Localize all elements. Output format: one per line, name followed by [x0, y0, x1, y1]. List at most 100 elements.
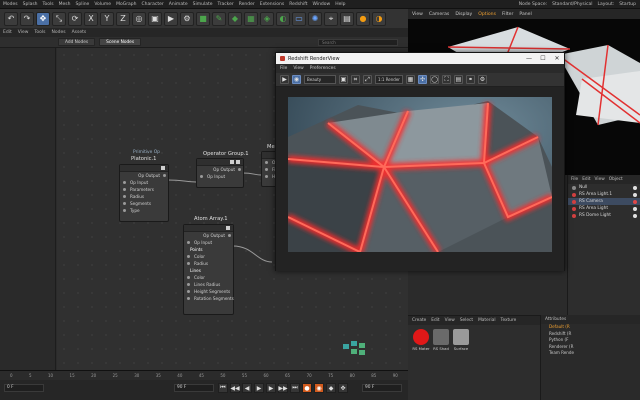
node-menu-tools[interactable]: Tools [34, 30, 45, 35]
atom-array-port-radius[interactable]: Radius [184, 260, 233, 267]
material-menu-texture[interactable]: Texture [501, 318, 517, 323]
platonic-port-radius[interactable]: Radius [120, 193, 168, 200]
focus-icon[interactable]: ◯ [430, 75, 439, 84]
platonic-port-parameters[interactable]: Parameters [120, 186, 168, 193]
move-icon[interactable]: ✥ [36, 11, 50, 26]
render-view-menu-preferences[interactable]: Preferences [310, 66, 336, 71]
material-menu-edit[interactable]: Edit [431, 318, 439, 323]
cube-icon[interactable]: ■ [196, 11, 210, 26]
object-tag-icon[interactable] [633, 192, 637, 197]
node-menu-view[interactable]: View [18, 30, 29, 35]
object-tag-icon[interactable] [633, 213, 637, 218]
prev-key-icon[interactable]: ◀◀ [230, 383, 240, 393]
menu-volume[interactable]: Volume [94, 2, 111, 7]
menu-help[interactable]: Help [335, 2, 345, 7]
close-icon[interactable]: ✕ [550, 53, 564, 64]
timeline-ruler[interactable]: 0 5 10 15 20 25 30 35 40 45 50 55 60 65 70 75 80 85 90 [0, 371, 408, 380]
object-tag-icon[interactable] [633, 199, 637, 204]
atom-array-node[interactable]: Op Output Op Input Points Color Radius L… [183, 224, 234, 315]
keyframe-icon[interactable]: ◆ [326, 383, 336, 393]
material-menu-material[interactable]: Material [478, 318, 495, 323]
material-menu-view[interactable]: View [445, 318, 455, 323]
object-row[interactable]: Null [568, 184, 640, 191]
expand-icon[interactable]: ⛶ [442, 75, 451, 84]
atom-array-port-height-segments[interactable]: Height Segments [184, 288, 233, 295]
object-tag-icon[interactable] [633, 206, 637, 211]
menu-render[interactable]: Render [239, 2, 255, 7]
viewport-menu-options[interactable]: Options [478, 12, 496, 17]
world-icon[interactable]: ◎ [132, 11, 146, 26]
render-view-menu-file[interactable]: File [280, 66, 287, 71]
material-swatch[interactable]: RS Mater [412, 329, 430, 351]
viewport-menu-display[interactable]: Display [455, 12, 472, 17]
attribute-row[interactable]: Team Rende [541, 350, 640, 357]
environment-icon[interactable]: ◐ [276, 11, 290, 26]
record-icon[interactable]: ● [302, 383, 312, 393]
grid-icon[interactable]: ▤ [454, 75, 463, 84]
pen-icon[interactable]: ✎ [212, 11, 226, 26]
z-axis-icon[interactable]: Z [116, 11, 130, 26]
menu-node-space[interactable]: Node Space: [519, 2, 547, 7]
node-search-input[interactable]: Search [318, 39, 398, 46]
platonic-node[interactable]: Op Output Op Input Parameters Radius Seg… [119, 164, 169, 222]
menu-window[interactable]: Window [312, 2, 330, 7]
menu-redshift[interactable]: Redshift [289, 2, 307, 7]
go-end-icon[interactable]: ⏭ [290, 383, 300, 393]
object-row[interactable]: RS Dome Light [568, 212, 640, 219]
operator-group-node[interactable]: Op Output Op Input [196, 158, 244, 188]
atom-array-port-rotation-segments[interactable]: Rotation Segments [184, 295, 234, 302]
autokey-icon[interactable]: ◉ [314, 383, 324, 393]
link-icon[interactable]: ⚭ [466, 75, 475, 84]
tab-add-nodes[interactable]: Add Nodes [58, 38, 96, 46]
node-menu-edit[interactable]: Edit [3, 30, 12, 35]
platonic-port-segments[interactable]: Segments [120, 200, 168, 207]
redshift-icon[interactable]: ● [356, 11, 370, 26]
object-row[interactable]: RS Area Light.1 [568, 191, 640, 198]
object-menu-edit[interactable]: Edit [582, 177, 590, 182]
render-view-menu-view[interactable]: View [293, 66, 303, 71]
y-axis-icon[interactable]: Y [100, 11, 114, 26]
operator-group-port-op-input[interactable]: Op Input [197, 173, 243, 180]
atom-array-group-lines[interactable]: Lines [184, 267, 233, 274]
menu-modes[interactable]: Modes [3, 2, 18, 7]
render-canvas[interactable] [276, 87, 564, 271]
prev-frame-icon[interactable]: ◀ [242, 383, 252, 393]
deformer-icon[interactable]: ◈ [260, 11, 274, 26]
workplane-icon[interactable]: ▤ [340, 11, 354, 26]
motion-icon[interactable]: ✥ [338, 383, 348, 393]
atom-array-port-line-color[interactable]: Color [184, 274, 233, 281]
menu-simulate[interactable]: Simulate [193, 2, 213, 7]
operator-group-output-port[interactable]: Op Output [197, 166, 243, 173]
menu-tools[interactable]: Tools [43, 2, 54, 7]
material-swatch[interactable]: RS Shad [432, 329, 450, 351]
platonic-output-port[interactable]: Op Output [120, 172, 168, 179]
end-frame-field[interactable]: 90 F [174, 384, 214, 392]
aov-select[interactable]: 1:1 Render [375, 75, 403, 84]
atom-array-port-lines-radius[interactable]: Lines Radius [184, 281, 233, 288]
crop-icon[interactable]: ⌗ [351, 75, 360, 84]
settings-icon[interactable]: ⚙ [478, 75, 487, 84]
current-frame-field[interactable]: 90 F [362, 384, 402, 392]
atom-array-output-port[interactable]: Op Output [184, 232, 233, 239]
material-menu-create[interactable]: Create [412, 318, 426, 323]
menu-tracker[interactable]: Tracker [218, 2, 234, 7]
snapshot-icon[interactable]: ▣ [339, 75, 348, 84]
maximize-icon[interactable]: ☐ [536, 53, 550, 64]
menu-character[interactable]: Character [142, 2, 164, 7]
display-icon[interactable]: ◑ [372, 11, 386, 26]
platonic-port-type[interactable]: Type [120, 207, 168, 214]
render-start-icon[interactable]: ▶ [280, 75, 289, 84]
cloner-icon[interactable]: ▦ [244, 11, 258, 26]
material-menu-select[interactable]: Select [460, 318, 473, 323]
atom-array-port-op-input[interactable]: Op Input [184, 239, 233, 246]
object-row[interactable]: RS Area Light [568, 205, 640, 212]
menu-splash[interactable]: Splash [23, 2, 38, 7]
node-minimap[interactable] [339, 338, 369, 358]
menu-extensions[interactable]: Extensions [260, 2, 284, 7]
pick-icon[interactable]: ✣ [418, 75, 427, 84]
menu-mesh[interactable]: Mesh [59, 2, 71, 7]
redo-icon[interactable]: ↷ [20, 11, 34, 26]
node-menu-assets[interactable]: Assets [72, 30, 87, 35]
atom-array-port-point-color[interactable]: Color [184, 253, 233, 260]
play-icon[interactable]: ▶ [254, 383, 264, 393]
